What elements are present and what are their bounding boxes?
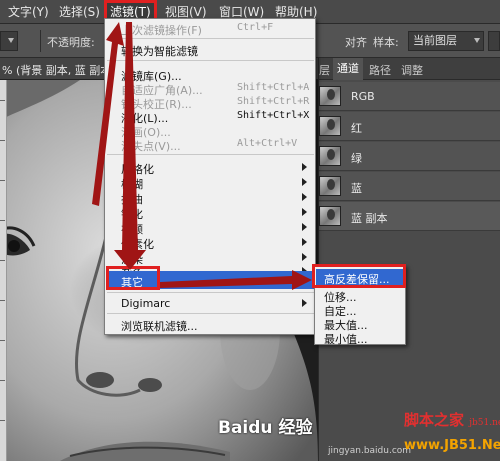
submenu-item-offset[interactable]: 位移...	[316, 288, 404, 304]
submenu-arrow-icon	[302, 253, 307, 261]
menu-item-video[interactable]: 视频	[106, 220, 315, 236]
channel-thumbnail	[319, 206, 341, 226]
channel-name: RGB	[351, 90, 375, 103]
channel-row-blue-copy[interactable]: 蓝 副本	[319, 202, 500, 231]
submenu-arrow-icon	[302, 178, 307, 186]
submenu-item-minimum[interactable]: 最小值...	[316, 330, 404, 346]
channel-row-red[interactable]: 红	[319, 112, 500, 141]
menu-item-digimarc[interactable]: Digimarc	[106, 296, 315, 311]
sample-label: 样本:	[373, 36, 399, 49]
sample-select-value: 当前图层	[413, 34, 457, 47]
tab-paths[interactable]: 路径	[369, 62, 391, 78]
channel-row-blue[interactable]: 蓝	[319, 172, 500, 201]
menu-item-browse-online-filters[interactable]: 浏览联机滤镜...	[106, 317, 315, 333]
submenu-arrow-icon	[302, 223, 307, 231]
submenu-item-maximum[interactable]: 最大值...	[316, 316, 404, 332]
channels-panel: 层 通道 路径 调整 RGB 红 绿 蓝 蓝 副本	[318, 58, 500, 461]
tab-layers[interactable]: 层	[319, 62, 330, 78]
submenu-arrow-icon	[302, 238, 307, 246]
submenu-arrow-icon	[302, 193, 307, 201]
menu-item-last-filter[interactable]: 上次滤镜操作(F) Ctrl+F	[106, 21, 315, 37]
site-url-watermark: www.JB51.Net	[404, 438, 500, 453]
menu-item-oil-paint[interactable]: 油画(O)...	[106, 123, 315, 139]
baidu-watermark: Baidu 经验	[218, 418, 313, 438]
channel-thumbnail	[319, 146, 341, 166]
baidu-url-watermark: jingyan.baidu.com	[328, 446, 412, 456]
menu-item-convert-smart-filter[interactable]: 转换为智能滤镜	[106, 42, 315, 58]
menu-select[interactable]: 选择(S)	[55, 2, 104, 22]
menu-item-stylize[interactable]: 风格化	[106, 160, 315, 176]
site-logo-text: 脚本之家	[404, 411, 465, 429]
align-label: 对齐	[345, 36, 367, 49]
channel-name: 红	[351, 122, 362, 135]
menu-item-pixelate[interactable]: 像素化	[106, 235, 315, 251]
callout-high-pass	[312, 264, 406, 288]
channel-name: 蓝 副本	[351, 212, 388, 225]
menu-item-sharpen[interactable]: 锐化	[106, 205, 315, 221]
submenu-item-custom[interactable]: 自定...	[316, 302, 404, 318]
menu-item-distort[interactable]: 扭曲	[106, 190, 315, 206]
channel-row-green[interactable]: 绿	[319, 142, 500, 171]
document-title: % (背景 副本, 蓝 副本	[2, 64, 112, 77]
menu-item-render[interactable]: 渲染	[106, 250, 315, 266]
site-logo-subtext: jb51.net	[469, 418, 500, 428]
menu-item-adaptive-wide-angle[interactable]: 自适应广角(A)... Shift+Ctrl+A	[106, 81, 315, 97]
submenu-arrow-icon	[302, 299, 307, 307]
menu-item-filter-gallery[interactable]: 滤镜库(G)...	[106, 67, 315, 83]
tab-channels[interactable]: 通道	[333, 58, 363, 80]
sample-select[interactable]: 当前图层	[408, 31, 484, 51]
channel-name: 绿	[351, 152, 362, 165]
submenu-arrow-icon	[302, 163, 307, 171]
channel-thumbnail	[319, 86, 341, 106]
channel-thumbnail	[319, 176, 341, 196]
menu-type[interactable]: 文字(Y)	[4, 2, 53, 22]
mode-dropdown[interactable]	[0, 31, 18, 51]
menu-item-lens-correction[interactable]: 镜头校正(R)... Shift+Ctrl+R	[106, 95, 315, 111]
channel-name: 蓝	[351, 182, 362, 195]
channel-row-rgb[interactable]: RGB	[319, 82, 500, 111]
menu-item-vanishing-point[interactable]: 消失点(V)... Alt+Ctrl+V	[106, 137, 315, 153]
submenu-arrow-icon	[302, 208, 307, 216]
menu-item-liquify[interactable]: 液化(L)... Shift+Ctrl+X	[106, 109, 315, 125]
channel-thumbnail	[319, 116, 341, 136]
tab-adjustments[interactable]: 调整	[401, 62, 423, 78]
callout-other	[106, 266, 160, 290]
menu-item-blur[interactable]: 模糊	[106, 175, 315, 191]
vertical-ruler	[0, 80, 7, 461]
site-logo-watermark: 脚本之家 jb51.net	[404, 409, 500, 430]
panel-tabs: 层 通道 路径 调整	[319, 58, 500, 80]
brush-panel-toggle[interactable]	[488, 31, 500, 51]
submenu-arrow-icon	[302, 276, 307, 284]
opacity-label: 不透明度:	[47, 36, 95, 49]
